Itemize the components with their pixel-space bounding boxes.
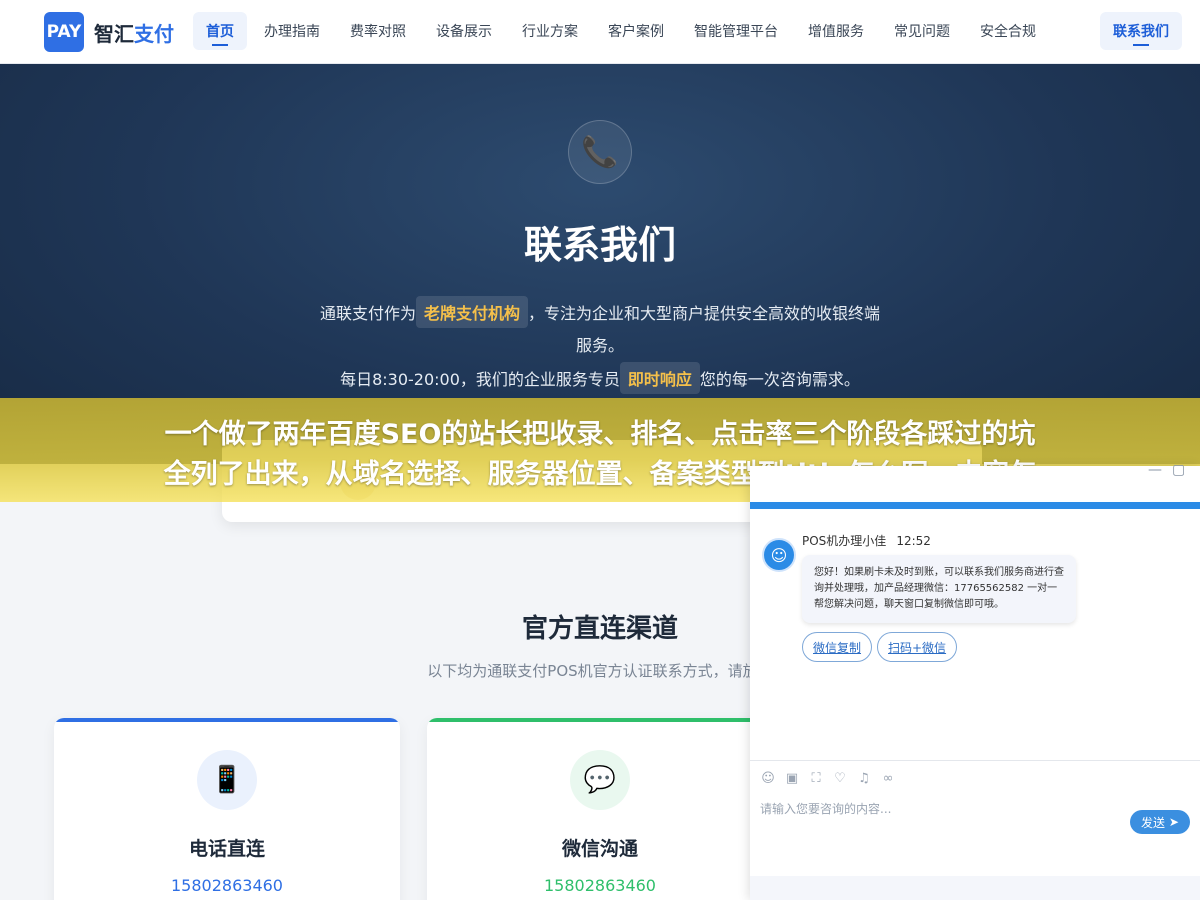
logo-suffix: 支付 (134, 21, 174, 46)
chat-toolbar: ☺ ▣ ⛶ ♡ ♫ ∞ (760, 770, 904, 786)
send-icon: ➤ (1165, 815, 1179, 829)
nav-item-value-added[interactable]: 增值服务 (795, 12, 877, 50)
chat-input[interactable]: 请输入您要咨询的内容... (760, 800, 1110, 817)
card-accent-bar (427, 718, 773, 722)
agent-message-bubble: 您好！如果刷卡未及时到账，可以联系我们服务商进行查询并处理哦，加产品经理微信：1… (802, 555, 1076, 623)
nav-item-home[interactable]: 首页 (193, 12, 247, 50)
channel-card-wechat[interactable]: 💬 微信沟通 15802863460 (427, 718, 773, 900)
logo-text: 智汇支付 (94, 18, 174, 47)
agent-info: POS机办理小佳 12:52 (802, 532, 931, 549)
card-wechat-number[interactable]: 15802863460 (427, 876, 773, 895)
link-icon[interactable]: ∞ (880, 770, 896, 786)
image-icon[interactable]: ▣ (784, 770, 800, 786)
nav-item-contact[interactable]: 联系我们 (1100, 12, 1182, 50)
hero-highlight-tag: 老牌支付机构 (415, 296, 528, 328)
message-time: 12:52 (896, 534, 931, 548)
nav-item-cases[interactable]: 客户案例 (595, 12, 677, 50)
divider (750, 760, 1200, 761)
hero-desc-line3: 每日8:30-20:00，我们的企业服务专员 即时响应 您的每一次咨询需求。 (0, 362, 1200, 394)
send-label: 发送 (1141, 815, 1166, 830)
banner-text-line1: 一个做了两年百度SEO的站长把收录、排名、点击率三个阶段各踩过的坑 (164, 419, 1036, 450)
logo-badge: PAY (44, 12, 84, 52)
wechat-chat-icon: 💬 (570, 750, 630, 810)
minimize-icon[interactable]: — (1148, 462, 1162, 478)
screenshot-icon[interactable]: ⛶ (808, 770, 824, 786)
nav-item-industry[interactable]: 行业方案 (509, 12, 591, 50)
hero-desc-line2: 服务。 (575, 336, 624, 355)
logo-prefix: 智汇 (94, 21, 134, 46)
evaluate-icon[interactable]: ♡ (832, 770, 848, 786)
nav-item-platform[interactable]: 智能管理平台 (681, 12, 791, 50)
agent-avatar: ☺ (762, 538, 796, 572)
card-accent-bar (54, 718, 400, 722)
nav-menu: 首页 办理指南 费率对照 设备展示 行业方案 客户案例 智能管理平台 增值服务 … (193, 12, 1053, 50)
hero-highlight-tag: 即时响应 (619, 362, 700, 394)
nav-item-security[interactable]: 安全合规 (967, 12, 1049, 50)
top-navbar: PAY 智汇支付 首页 办理指南 费率对照 设备展示 行业方案 客户案例 智能管… (0, 0, 1200, 64)
voice-icon[interactable]: ♫ (856, 770, 872, 786)
mobile-phone-icon: 📱 (197, 750, 257, 810)
send-button[interactable]: 发送 ➤ (1130, 810, 1190, 834)
hero-desc-line1: 通联支付作为 老牌支付机构 ，专注为企业和大型商户提供安全高效的收银终端 (0, 296, 1200, 328)
card-phone-number[interactable]: 15802863460 (54, 876, 400, 895)
chat-header-bar (750, 502, 1200, 509)
agent-name: POS机办理小佳 (802, 534, 887, 548)
copy-wechat-button[interactable]: 微信复制 (802, 632, 873, 662)
hero-desc-text: ，专注为企业和大型商户提供安全高效的收银终端 (528, 304, 881, 323)
nav-item-faq[interactable]: 常见问题 (881, 12, 963, 50)
chat-widget: — ▢ ☺ POS机办理小佳 12:52 您好！如果刷卡未及时到账，可以联系我们服… (750, 462, 1200, 900)
nav-item-guide[interactable]: 办理指南 (251, 12, 333, 50)
site-logo[interactable]: PAY 智汇支付 (44, 12, 174, 52)
hero-desc-text: 通联支付作为 (319, 304, 416, 323)
hero-title: 联系我们 (523, 223, 676, 267)
phone-icon: 📞 (568, 120, 632, 184)
maximize-icon[interactable]: ▢ (1172, 462, 1185, 478)
card-title: 电话直连 (188, 838, 265, 860)
nav-item-rates[interactable]: 费率对照 (337, 12, 419, 50)
channel-card-phone[interactable]: 📱 电话直连 15802863460 (54, 718, 400, 900)
hero-desc-text: 您的每一次咨询需求。 (699, 370, 860, 389)
nav-item-devices[interactable]: 设备展示 (423, 12, 505, 50)
scan-wechat-button[interactable]: 扫码+微信 (877, 632, 958, 662)
hero-desc-text: 每日8:30-20:00，我们的企业服务专员 (340, 370, 620, 389)
emoji-icon[interactable]: ☺ (760, 770, 776, 786)
chat-footer (750, 876, 1200, 900)
card-title: 微信沟通 (561, 838, 638, 860)
